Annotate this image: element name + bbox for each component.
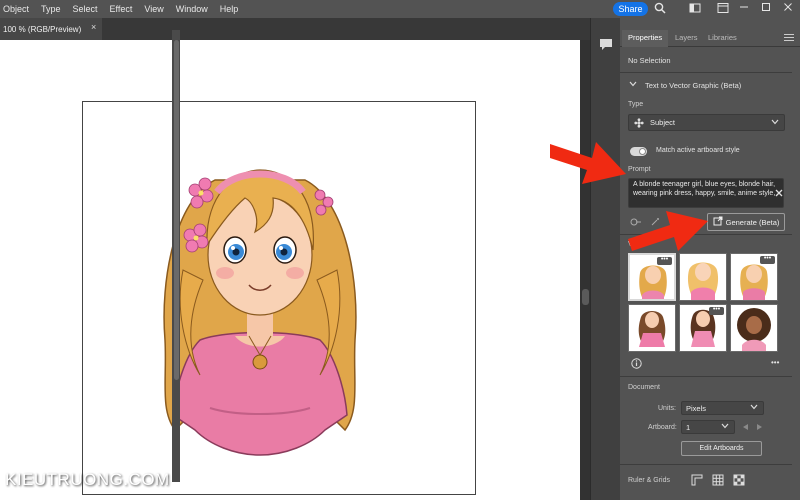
artboard-label: Artboard: bbox=[648, 424, 677, 431]
properties-panel: Properties Layers Libraries No Selection… bbox=[620, 18, 800, 500]
info-icon[interactable] bbox=[631, 358, 642, 371]
panel-menu-icon[interactable] bbox=[784, 34, 794, 42]
artboard-select[interactable]: 1 bbox=[681, 420, 735, 434]
variation-thumbnail[interactable]: ••• bbox=[628, 253, 676, 301]
menu-help[interactable]: Help bbox=[214, 0, 245, 18]
section-chevron-down-icon[interactable] bbox=[629, 81, 637, 89]
edit-artboards-button[interactable]: Edit Artboards bbox=[681, 441, 762, 456]
ruler-icon[interactable] bbox=[691, 474, 703, 488]
variation-thumbnail[interactable] bbox=[730, 304, 778, 352]
tab-libraries[interactable]: Libraries bbox=[708, 30, 737, 47]
rulers-grids-title: Ruler & Grids bbox=[628, 477, 671, 484]
variation-thumbnail[interactable] bbox=[628, 304, 676, 352]
selection-status: No Selection bbox=[628, 56, 671, 65]
panel-tabs: Properties Layers Libraries bbox=[620, 30, 800, 47]
prompt-clear-icon[interactable] bbox=[775, 189, 783, 199]
document-tab-title: 100 % (RGB/Preview) bbox=[3, 24, 82, 34]
maximize-icon[interactable] bbox=[759, 2, 773, 16]
document-tab-bar: 100 % (RGB/Preview) × bbox=[0, 18, 590, 40]
tab-layers[interactable]: Layers bbox=[675, 30, 698, 47]
more-options-icon[interactable]: ••• bbox=[771, 358, 779, 367]
share-button[interactable]: Share bbox=[613, 2, 648, 16]
previous-artboard-icon[interactable] bbox=[742, 423, 749, 433]
close-icon[interactable] bbox=[781, 2, 795, 16]
side-strip bbox=[590, 18, 620, 500]
menu-view[interactable]: View bbox=[138, 0, 169, 18]
variation-thumbnail[interactable]: ••• bbox=[679, 304, 727, 352]
chevron-down-icon bbox=[721, 423, 729, 431]
subject-icon bbox=[634, 118, 644, 130]
menu-items: Object Type Select Effect View Window He… bbox=[0, 0, 244, 18]
transparency-grid-icon[interactable] bbox=[733, 474, 745, 488]
match-artboard-label: Match active artboard style bbox=[656, 147, 740, 154]
workspace-icon[interactable] bbox=[716, 2, 730, 16]
menu-window[interactable]: Window bbox=[170, 0, 214, 18]
units-select-value: Pixels bbox=[686, 404, 707, 413]
watermark: KIEUTRUONG.COM bbox=[5, 470, 170, 489]
section-title: Text to Vector Graphic (Beta) bbox=[645, 81, 742, 90]
prompt-label: Prompt bbox=[628, 166, 651, 173]
artboard-select-value: 1 bbox=[686, 423, 691, 432]
variation-more-button[interactable]: ••• bbox=[709, 306, 724, 315]
menu-select[interactable]: Select bbox=[67, 0, 104, 18]
match-artboard-toggle[interactable] bbox=[630, 147, 647, 156]
variation-more-button[interactable]: ••• bbox=[760, 255, 775, 264]
tab-properties[interactable]: Properties bbox=[622, 30, 669, 47]
panel-scroll-thumb[interactable] bbox=[174, 40, 179, 380]
grid-icon[interactable] bbox=[712, 474, 724, 488]
arrange-icon[interactable] bbox=[688, 2, 702, 16]
next-artboard-icon[interactable] bbox=[756, 423, 763, 433]
units-label: Units: bbox=[658, 405, 676, 412]
variation-thumbnail[interactable]: ••• bbox=[730, 253, 778, 301]
red-arrow-annotation bbox=[628, 211, 708, 251]
menu-object[interactable]: Object bbox=[0, 0, 35, 18]
units-select[interactable]: Pixels bbox=[681, 401, 764, 415]
menu-bar: Object Type Select Effect View Window He… bbox=[0, 0, 800, 18]
type-select[interactable]: Subject bbox=[628, 114, 785, 131]
canvas-scrollbar[interactable] bbox=[580, 40, 590, 500]
divider bbox=[620, 376, 792, 377]
divider bbox=[620, 464, 792, 465]
type-select-value: Subject bbox=[650, 118, 676, 127]
search-icon[interactable] bbox=[653, 2, 667, 16]
divider bbox=[620, 72, 792, 73]
chevron-down-icon bbox=[750, 404, 758, 412]
minimize-icon[interactable] bbox=[737, 2, 751, 16]
variation-more-button[interactable]: ••• bbox=[657, 256, 672, 265]
menu-effect[interactable]: Effect bbox=[104, 0, 139, 18]
document-section-title: Document bbox=[628, 384, 660, 391]
document-tab[interactable]: 100 % (RGB/Preview) × bbox=[0, 18, 102, 40]
comment-icon[interactable] bbox=[598, 36, 614, 52]
generate-button-label: Generate (Beta) bbox=[725, 217, 780, 227]
document-tab-close-icon[interactable]: × bbox=[91, 22, 96, 32]
menu-type[interactable]: Type bbox=[35, 0, 67, 18]
generated-girl-illustration[interactable] bbox=[155, 140, 365, 458]
generate-button[interactable]: Generate (Beta) bbox=[707, 213, 785, 231]
variation-thumbnail[interactable] bbox=[679, 253, 727, 301]
red-arrow-annotation bbox=[550, 142, 626, 184]
chevron-down-icon bbox=[771, 119, 779, 127]
canvas-scroll-thumb[interactable] bbox=[582, 289, 589, 305]
type-label: Type bbox=[628, 101, 644, 108]
generate-icon bbox=[713, 216, 723, 228]
